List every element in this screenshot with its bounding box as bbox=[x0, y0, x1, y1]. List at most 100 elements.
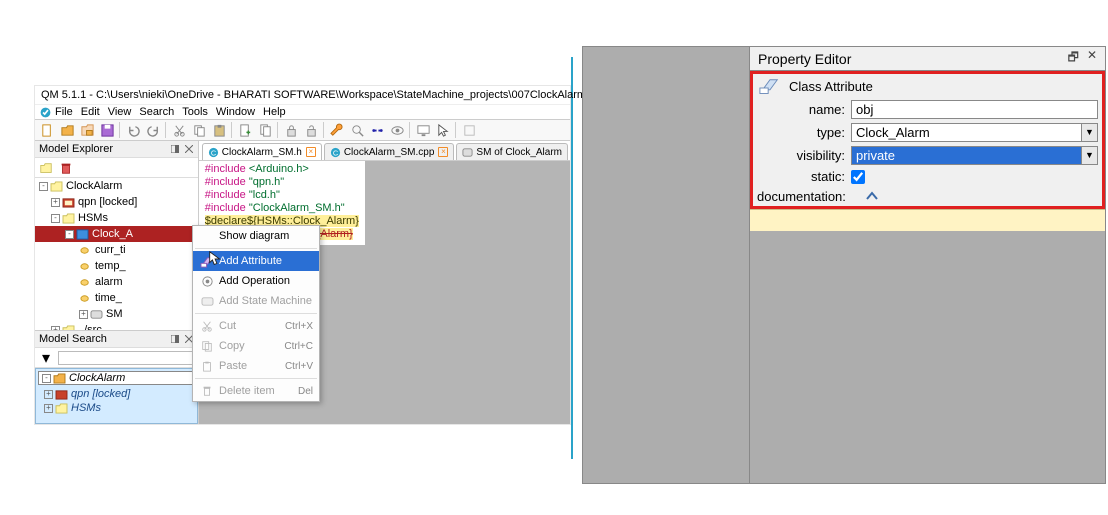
input-type[interactable]: Clock_Alarm bbox=[851, 123, 1082, 142]
tree-item-qpn[interactable]: + qpn [locked] bbox=[35, 194, 198, 210]
panel-dock-icon[interactable] bbox=[170, 334, 180, 344]
tree-item-temp[interactable]: temp_ bbox=[35, 258, 198, 274]
field-documentation: documentation: bbox=[753, 186, 1102, 206]
tab-close-icon[interactable]: × bbox=[306, 147, 316, 157]
toolbar-last[interactable] bbox=[459, 121, 479, 139]
folder-tree-icon[interactable] bbox=[77, 121, 97, 139]
tree-expand-icon[interactable]: + bbox=[44, 390, 53, 399]
tree-expand-icon[interactable]: - bbox=[51, 214, 60, 223]
ctx-add-operation[interactable]: Add Operation bbox=[193, 271, 319, 291]
lock-icon[interactable] bbox=[281, 121, 301, 139]
checkbox-static[interactable] bbox=[851, 170, 865, 184]
menu-search[interactable]: Search bbox=[139, 106, 174, 118]
copy-icon bbox=[199, 339, 215, 353]
search-input[interactable] bbox=[58, 351, 195, 365]
menu-file[interactable]: File bbox=[55, 106, 73, 118]
tree-expand-icon[interactable]: - bbox=[42, 374, 51, 383]
toolbar-copy[interactable] bbox=[189, 121, 209, 139]
close-icon[interactable]: ✕ bbox=[1087, 48, 1097, 69]
property-editor-title: Property Editor bbox=[758, 51, 851, 67]
panel-dock-icon[interactable] bbox=[170, 144, 180, 154]
search-selected-row[interactable]: - ClockAlarm bbox=[38, 371, 195, 385]
label-doc: documentation: bbox=[757, 189, 857, 204]
package-icon bbox=[55, 388, 68, 400]
toolbar-open[interactable] bbox=[57, 121, 77, 139]
ctx-add-attribute[interactable]: Add Attribute bbox=[193, 251, 319, 271]
eraser-icon bbox=[199, 254, 215, 268]
folder-icon bbox=[53, 372, 66, 384]
toolbar-new[interactable] bbox=[37, 121, 57, 139]
toolbar-redo[interactable] bbox=[143, 121, 163, 139]
menu-tools[interactable]: Tools bbox=[182, 106, 208, 118]
search-selected-label: ClockAlarm bbox=[69, 372, 125, 384]
ctx-label: Show diagram bbox=[219, 230, 289, 242]
tree-item-hsms[interactable]: - HSMs bbox=[35, 210, 198, 226]
ctx-shortcut: Ctrl+V bbox=[285, 361, 313, 372]
toolbar-save[interactable] bbox=[97, 121, 117, 139]
sm-icon bbox=[199, 294, 215, 308]
tree-expand-icon[interactable]: + bbox=[79, 310, 88, 319]
sm-icon bbox=[90, 308, 103, 320]
explorer-delete[interactable] bbox=[58, 160, 74, 176]
tab-sm-diagram[interactable]: SM of Clock_Alarm bbox=[456, 143, 568, 160]
panel-close-icon[interactable] bbox=[184, 144, 194, 154]
tab-close-icon[interactable]: × bbox=[438, 147, 448, 157]
menu-help[interactable]: Help bbox=[263, 106, 286, 118]
search-dropdown[interactable]: ▾ bbox=[38, 350, 54, 366]
cut-icon bbox=[199, 319, 215, 333]
tab-clockalarm-h[interactable]: C ClockAlarm_SM.h × bbox=[202, 143, 322, 160]
tree-expand-icon[interactable]: + bbox=[44, 404, 53, 413]
ctx-cut: Cut Ctrl+X bbox=[193, 316, 319, 336]
input-name[interactable]: obj bbox=[851, 100, 1098, 119]
c-file-icon: C bbox=[330, 147, 341, 158]
folder-icon bbox=[62, 212, 75, 224]
screen-icon[interactable] bbox=[413, 121, 433, 139]
menu-edit[interactable]: Edit bbox=[81, 106, 100, 118]
explorer-mini-toolbar bbox=[35, 158, 198, 178]
page-add-icon[interactable] bbox=[235, 121, 255, 139]
dropdown-type-icon[interactable]: ▼ bbox=[1082, 123, 1098, 142]
model-explorer-panel: Model Explorer - ClockAlarm + bbox=[35, 141, 199, 424]
tree-root[interactable]: - ClockAlarm bbox=[35, 178, 198, 194]
toolbar-paste[interactable] bbox=[209, 121, 229, 139]
toolbar bbox=[35, 119, 570, 141]
tree-expand-icon[interactable]: - bbox=[39, 182, 48, 191]
zoom-icon[interactable] bbox=[347, 121, 367, 139]
page-copy-icon[interactable] bbox=[255, 121, 275, 139]
notes-strip[interactable] bbox=[750, 209, 1105, 231]
property-editor-window: Property Editor 🗗 ✕ Class Attribute name… bbox=[582, 46, 1106, 484]
explorer-new-folder[interactable] bbox=[38, 160, 54, 176]
wrench-icon[interactable] bbox=[327, 121, 347, 139]
folder-icon bbox=[50, 180, 63, 192]
toolbar-undo[interactable] bbox=[123, 121, 143, 139]
unlock-icon[interactable] bbox=[301, 121, 321, 139]
links-icon[interactable] bbox=[367, 121, 387, 139]
dropdown-visibility-icon[interactable]: ▼ bbox=[1082, 146, 1098, 165]
search-result-qpn[interactable]: + qpn [locked] bbox=[36, 387, 197, 401]
label-static: static: bbox=[757, 169, 845, 184]
tree-item-curr[interactable]: curr_ti bbox=[35, 242, 198, 258]
tab-clockalarm-cpp[interactable]: C ClockAlarm_SM.cpp × bbox=[324, 143, 455, 160]
tree-item-timemode[interactable]: time_ bbox=[35, 290, 198, 306]
model-search-title: Model Search bbox=[39, 333, 107, 345]
tree-expand-icon[interactable]: - bbox=[65, 230, 74, 239]
ctx-shortcut: Ctrl+X bbox=[285, 321, 313, 332]
tree-item-sm[interactable]: + SM bbox=[35, 306, 198, 322]
label-visibility: visibility: bbox=[757, 148, 845, 163]
menubar-icon bbox=[39, 106, 52, 119]
toolbar-cut[interactable] bbox=[169, 121, 189, 139]
tree-item-clock-alarm[interactable]: - Clock_A bbox=[35, 226, 198, 242]
tree-item-src[interactable]: + ../src bbox=[35, 322, 198, 330]
eye-icon[interactable] bbox=[387, 121, 407, 139]
model-tree[interactable]: - ClockAlarm + qpn [locked] - HSMs - bbox=[35, 178, 198, 330]
tree-item-alarm[interactable]: alarm bbox=[35, 274, 198, 290]
menu-view[interactable]: View bbox=[108, 106, 132, 118]
chevron-up-icon[interactable] bbox=[863, 188, 881, 204]
ctx-show-diagram[interactable]: Show diagram bbox=[193, 226, 319, 246]
cursor-arrow-icon[interactable] bbox=[433, 121, 453, 139]
dock-icon[interactable]: 🗗 bbox=[1068, 48, 1079, 69]
tree-expand-icon[interactable]: + bbox=[51, 198, 60, 207]
select-visibility[interactable]: private bbox=[851, 146, 1082, 165]
menu-window[interactable]: Window bbox=[216, 106, 255, 118]
search-result-hsms[interactable]: + HSMs bbox=[36, 401, 197, 415]
